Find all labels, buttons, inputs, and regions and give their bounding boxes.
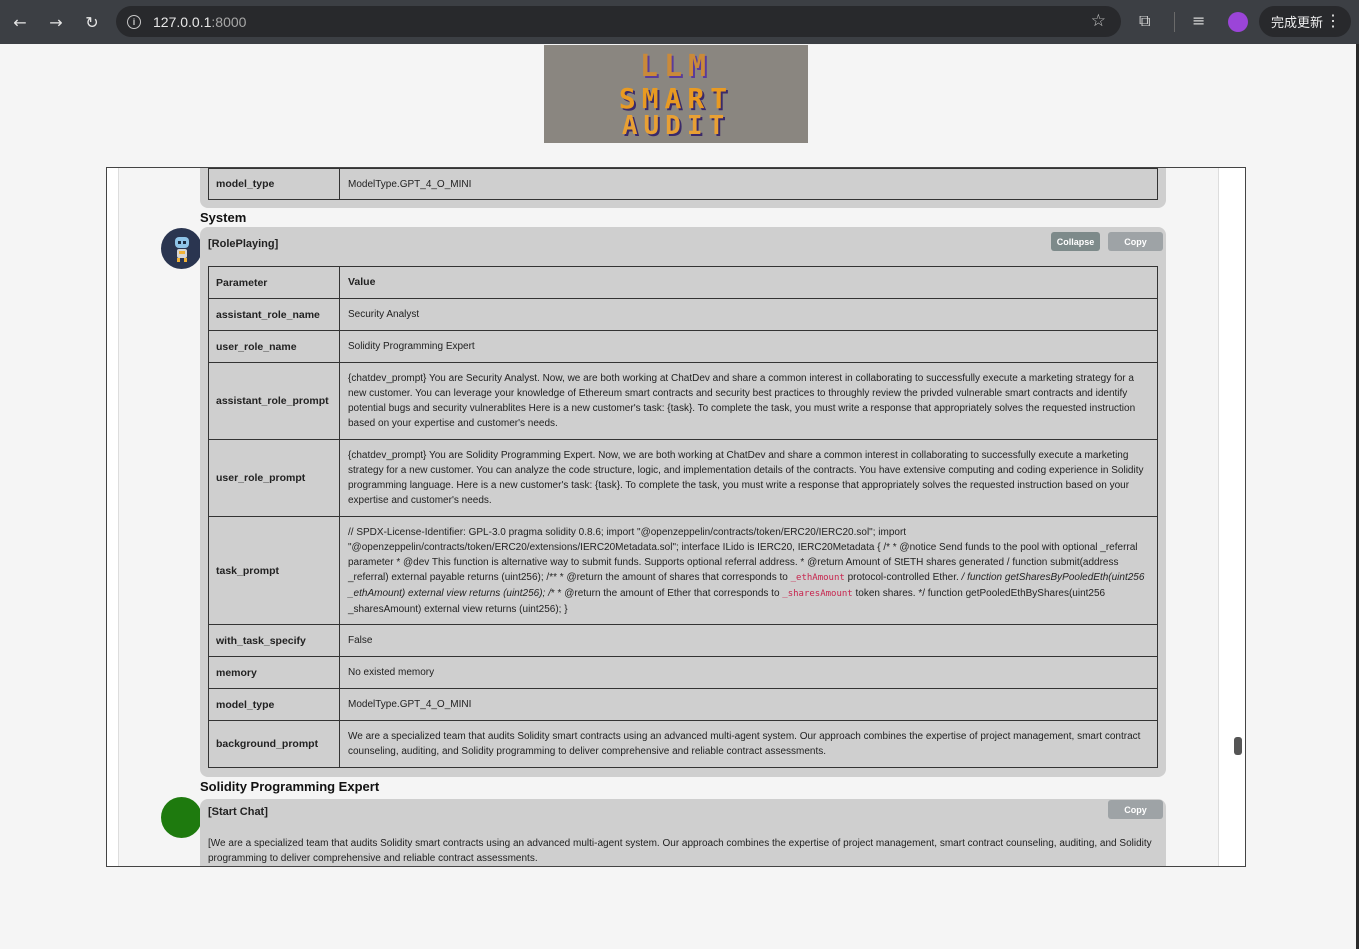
table-row: model_type ModelType.GPT_4_O_MINI xyxy=(208,688,1158,721)
param-value: {chatdev_prompt} You are Security Analys… xyxy=(339,362,1158,440)
param-value: {chatdev_prompt} You are Solidity Progra… xyxy=(339,439,1158,517)
copy-button[interactable]: Copy xyxy=(1108,232,1163,251)
param-table-previous: model_type ModelType.GPT_4_O_MINI xyxy=(208,168,1158,200)
table-row: assistant_role_name Security Analyst xyxy=(208,298,1158,331)
robot-avatar xyxy=(161,228,202,269)
robot-icon xyxy=(174,236,189,262)
param-key: user_role_prompt xyxy=(208,439,340,517)
message-card-start-chat: [Start Chat] Copy [We are a specialized … xyxy=(200,799,1166,866)
message-card-previous: model_type ModelType.GPT_4_O_MINI xyxy=(200,168,1166,208)
param-value: We are a specialized team that audits So… xyxy=(339,720,1158,768)
browser-toolbar: ← → ↻ i 127.0.0.1:8000 ☆ ⧉ ≡ 完成更新 ⋮ xyxy=(0,0,1359,44)
profile-icon[interactable] xyxy=(1228,12,1248,32)
page-content: LLM SMART AUDIT model_type ModelType.GPT… xyxy=(0,44,1359,949)
inline-code: _sharesAmount xyxy=(782,588,853,599)
menu-icon[interactable]: ⋮ xyxy=(1325,11,1341,31)
message-card-roleplaying: [RolePlaying] Collapse Copy Parameter Va… xyxy=(200,227,1166,777)
param-key: assistant_role_prompt xyxy=(208,362,340,440)
param-value: ModelType.GPT_4_O_MINI xyxy=(339,168,1158,200)
param-value: No existed memory xyxy=(339,656,1158,689)
forward-arrow-icon[interactable]: → xyxy=(45,11,67,33)
param-table: Parameter Value assistant_role_name Secu… xyxy=(208,266,1158,768)
table-row: model_type ModelType.GPT_4_O_MINI xyxy=(208,168,1158,200)
param-value: Solidity Programming Expert xyxy=(339,330,1158,363)
back-arrow-icon[interactable]: ← xyxy=(9,11,31,33)
info-icon[interactable]: i xyxy=(127,14,141,29)
param-value: Security Analyst xyxy=(339,298,1158,331)
expert-avatar xyxy=(161,797,202,838)
column-header-value: Value xyxy=(339,266,1158,299)
chat-frame[interactable]: model_type ModelType.GPT_4_O_MINI System xyxy=(106,167,1246,867)
table-header-row: Parameter Value xyxy=(208,266,1158,299)
url-text[interactable]: 127.0.0.1:8000 xyxy=(153,14,246,30)
param-key: task_prompt xyxy=(208,516,340,625)
table-row: user_role_prompt {chatdev_prompt} You ar… xyxy=(208,439,1158,517)
param-key: with_task_specify xyxy=(208,624,340,657)
toolbar-divider xyxy=(1174,12,1175,32)
sender-name-expert: Solidity Programming Expert xyxy=(200,779,380,794)
puzzle-icon[interactable]: ⧉ xyxy=(1139,11,1150,31)
card-title: [RolePlaying] xyxy=(208,238,279,250)
table-row: with_task_specify False xyxy=(208,624,1158,657)
table-row: task_prompt // SPDX-License-Identifier: … xyxy=(208,516,1158,625)
inline-code: _ethAmount xyxy=(790,572,845,583)
param-key: background_prompt xyxy=(208,720,340,768)
param-value: ModelType.GPT_4_O_MINI xyxy=(339,688,1158,721)
card-title: [Start Chat] xyxy=(208,806,268,818)
copy-button[interactable]: Copy xyxy=(1108,800,1163,819)
address-bar[interactable]: i 127.0.0.1:8000 ☆ xyxy=(116,6,1121,37)
reload-icon[interactable]: ↻ xyxy=(81,11,103,33)
collapse-button[interactable]: Collapse xyxy=(1051,232,1100,251)
star-icon[interactable]: ☆ xyxy=(1091,11,1106,31)
param-key: assistant_role_name xyxy=(208,298,340,331)
update-button[interactable]: 完成更新 ⋮ xyxy=(1259,6,1351,37)
message-body: [We are a specialized team that audits S… xyxy=(208,838,1152,864)
param-key: user_role_name xyxy=(208,330,340,363)
param-key: model_type xyxy=(208,168,340,200)
scrollbar-thumb[interactable] xyxy=(1234,737,1242,755)
param-key: model_type xyxy=(208,688,340,721)
table-row: memory No existed memory xyxy=(208,656,1158,689)
column-header-parameter: Parameter xyxy=(208,266,340,299)
param-key: memory xyxy=(208,656,340,689)
chat-log: model_type ModelType.GPT_4_O_MINI System xyxy=(118,168,1219,866)
media-queue-icon[interactable]: ≡ xyxy=(1192,11,1205,30)
table-row: background_prompt We are a specialized t… xyxy=(208,720,1158,768)
param-value: False xyxy=(339,624,1158,657)
param-value-task-prompt: // SPDX-License-Identifier: GPL-3.0 prag… xyxy=(339,516,1158,625)
table-row: user_role_name Solidity Programming Expe… xyxy=(208,330,1158,363)
table-row: assistant_role_prompt {chatdev_prompt} Y… xyxy=(208,362,1158,440)
sender-name-system: System xyxy=(200,210,247,225)
logo: LLM SMART AUDIT xyxy=(544,45,808,143)
